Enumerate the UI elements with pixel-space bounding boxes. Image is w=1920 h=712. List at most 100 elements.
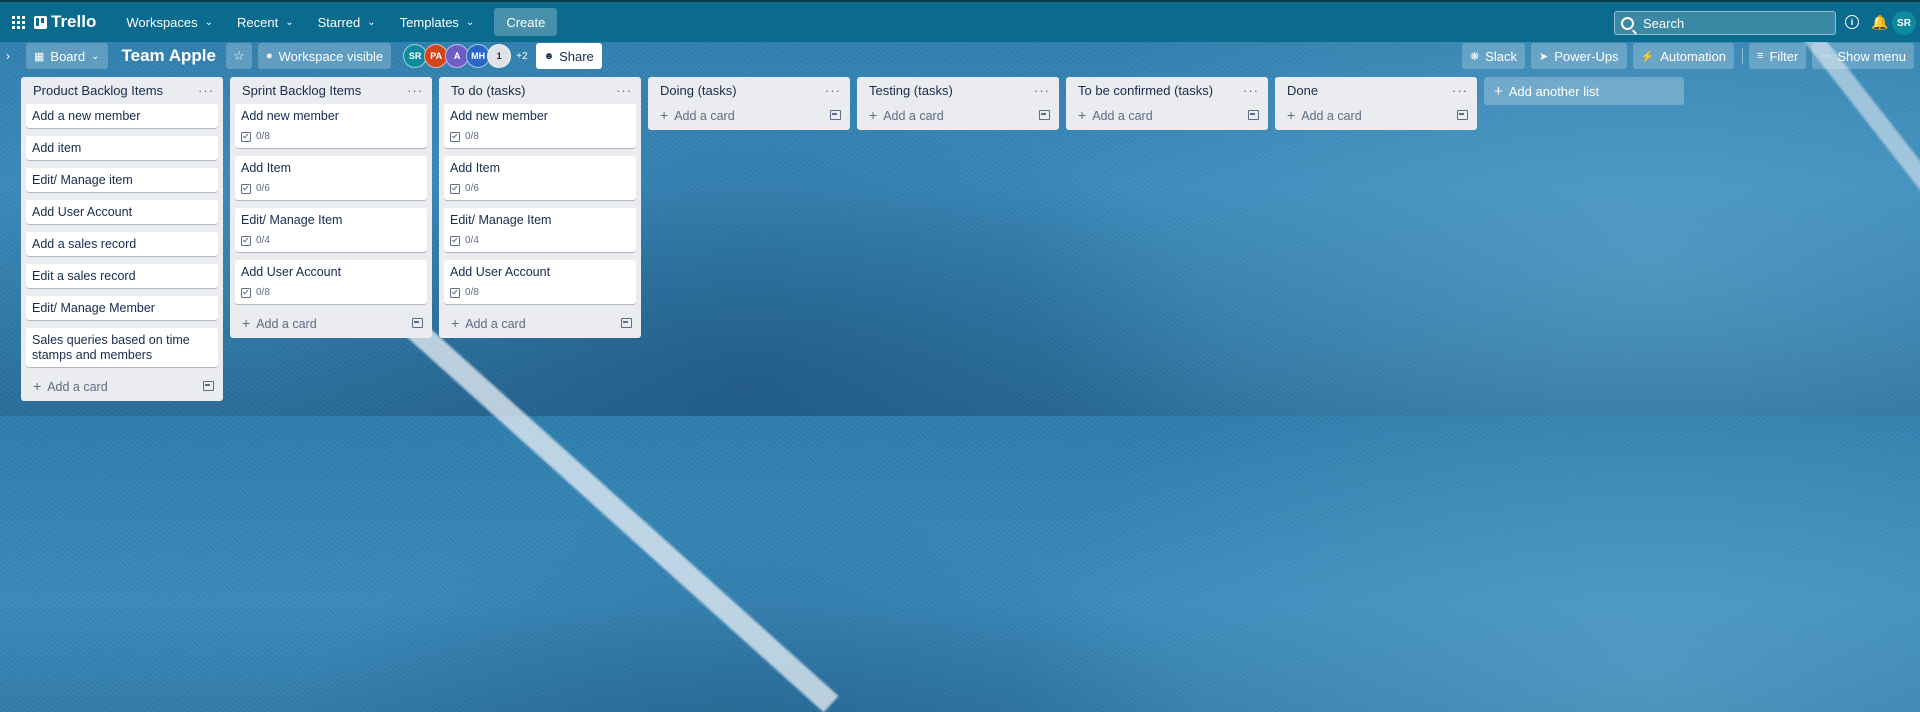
expand-sidebar-icon[interactable]: › bbox=[6, 49, 16, 63]
list-header[interactable]: Done ··· bbox=[1280, 77, 1472, 104]
add-card-button[interactable]: + Add a card bbox=[660, 107, 735, 123]
add-card-button[interactable]: + Add a card bbox=[1078, 107, 1153, 123]
member-avatar[interactable]: 1 bbox=[487, 44, 512, 68]
card[interactable]: Add User Account 0/8 bbox=[444, 260, 636, 304]
list-header[interactable]: Doing (tasks) ··· bbox=[653, 77, 845, 104]
card-template-icon[interactable] bbox=[1039, 110, 1050, 120]
card[interactable]: Add a new member bbox=[26, 104, 218, 128]
list-menu-icon[interactable]: ··· bbox=[616, 83, 632, 98]
menu-label: Templates bbox=[399, 14, 459, 30]
card-template-icon[interactable] bbox=[830, 110, 841, 120]
powerups-button[interactable]: ➤ Power-Ups bbox=[1531, 43, 1627, 69]
checklist-badge: 0/8 bbox=[450, 129, 630, 144]
filter-label: Filter bbox=[1769, 48, 1799, 64]
lightning-icon: ⚡ bbox=[1640, 50, 1655, 63]
slack-button[interactable]: ❋ Slack bbox=[1462, 43, 1526, 69]
card[interactable]: Edit/ Manage Item 0/4 bbox=[444, 208, 636, 252]
visibility-button[interactable]: ● Workspace visible bbox=[257, 43, 392, 69]
list-title[interactable]: Product Backlog Items bbox=[33, 83, 163, 98]
star-board-button[interactable]: ☆ bbox=[225, 43, 252, 69]
list-header[interactable]: Sprint Backlog Items ··· bbox=[235, 77, 427, 104]
list-title[interactable]: To be confirmed (tasks) bbox=[1078, 83, 1213, 98]
search-placeholder: Search bbox=[1643, 15, 1685, 31]
show-menu-button[interactable]: ··· Show menu bbox=[1812, 43, 1914, 69]
list-header[interactable]: Testing (tasks) ··· bbox=[862, 77, 1054, 104]
list-menu-icon[interactable]: ··· bbox=[198, 83, 214, 98]
card-template-icon[interactable] bbox=[1248, 110, 1259, 120]
list-menu-icon[interactable]: ··· bbox=[407, 83, 423, 98]
card-template-icon[interactable] bbox=[621, 318, 632, 328]
list-title[interactable]: Done bbox=[1287, 83, 1318, 98]
card[interactable]: Edit/ Manage item bbox=[26, 168, 218, 192]
board-title[interactable]: Team Apple bbox=[122, 46, 216, 66]
board-view-label: Board bbox=[50, 48, 86, 64]
board-members: SR PA A MH 1 +2 bbox=[403, 44, 528, 68]
list-menu-icon[interactable]: ··· bbox=[1452, 83, 1468, 98]
list-title[interactable]: Sprint Backlog Items bbox=[242, 83, 361, 98]
add-another-list-button[interactable]: + Add another list bbox=[1484, 77, 1684, 105]
create-button[interactable]: Create bbox=[494, 8, 558, 36]
add-card-button[interactable]: + Add a card bbox=[1287, 107, 1362, 123]
add-card-button[interactable]: + Add a card bbox=[242, 315, 317, 331]
recent-menu[interactable]: Recent ⌄ bbox=[225, 7, 306, 37]
card[interactable]: Add item bbox=[26, 136, 218, 160]
card[interactable]: Add User Account 0/8 bbox=[235, 260, 427, 304]
add-card-label: Add a card bbox=[465, 317, 526, 331]
card[interactable]: Add User Account bbox=[26, 200, 218, 224]
user-avatar[interactable]: SR bbox=[1892, 11, 1916, 35]
share-button[interactable]: ☻ Share bbox=[535, 43, 602, 69]
list-menu-icon[interactable]: ··· bbox=[1243, 83, 1259, 98]
add-card-button[interactable]: + Add a card bbox=[33, 378, 108, 394]
starred-menu[interactable]: Starred ⌄ bbox=[306, 7, 388, 37]
share-label: Share bbox=[559, 48, 594, 64]
card[interactable]: Add Item 0/6 bbox=[444, 156, 636, 200]
plus-icon: + bbox=[33, 378, 42, 394]
list-menu-icon[interactable]: ··· bbox=[1034, 83, 1050, 98]
extra-members-count[interactable]: +2 bbox=[516, 51, 527, 62]
automation-label: Automation bbox=[1660, 48, 1727, 64]
card-title: Add Item bbox=[450, 161, 501, 175]
templates-menu[interactable]: Templates ⌄ bbox=[388, 7, 487, 37]
list-menu-icon[interactable]: ··· bbox=[825, 83, 841, 98]
card[interactable]: Edit/ Manage Item 0/4 bbox=[235, 208, 427, 252]
list-title[interactable]: Doing (tasks) bbox=[660, 83, 737, 98]
card-title: Add a sales record bbox=[32, 237, 137, 251]
add-card-row: + Add a card bbox=[1071, 104, 1263, 126]
search-input[interactable]: Search bbox=[1614, 11, 1836, 35]
add-card-button[interactable]: + Add a card bbox=[869, 107, 944, 123]
notifications-bell-icon[interactable]: 🔔 bbox=[1871, 14, 1888, 31]
automation-button[interactable]: ⚡ Automation bbox=[1632, 43, 1735, 69]
card[interactable]: Edit a sales record bbox=[26, 264, 218, 288]
card[interactable]: Add Item 0/6 bbox=[235, 156, 427, 200]
card-template-icon[interactable] bbox=[412, 318, 423, 328]
list-testing: Testing (tasks) ··· + Add a card bbox=[857, 77, 1059, 130]
card-template-icon[interactable] bbox=[203, 381, 214, 391]
card[interactable]: Add new member 0/8 bbox=[444, 104, 636, 148]
list-title[interactable]: To do (tasks) bbox=[451, 83, 525, 98]
add-card-label: Add a card bbox=[883, 109, 944, 123]
list-header[interactable]: To do (tasks) ··· bbox=[444, 77, 636, 104]
checklist-icon bbox=[241, 235, 251, 246]
list-done: Done ··· + Add a card bbox=[1275, 77, 1477, 130]
list-title[interactable]: Testing (tasks) bbox=[869, 83, 953, 98]
add-card-button[interactable]: + Add a card bbox=[451, 315, 526, 331]
card[interactable]: Add a sales record bbox=[26, 232, 218, 256]
card[interactable]: Add new member 0/8 bbox=[235, 104, 427, 148]
list-product-backlog: Product Backlog Items ··· Add a new memb… bbox=[21, 77, 223, 401]
app-switcher-icon[interactable] bbox=[8, 12, 28, 32]
card-title: Edit/ Manage Item bbox=[450, 213, 552, 227]
trello-logo-icon bbox=[34, 15, 47, 29]
card-template-icon[interactable] bbox=[1457, 110, 1468, 120]
card[interactable]: Edit/ Manage Member bbox=[26, 296, 218, 320]
trello-logo[interactable]: Trello bbox=[34, 12, 96, 32]
checklist-count: 0/4 bbox=[465, 235, 479, 246]
info-icon[interactable]: i bbox=[1845, 15, 1859, 29]
card[interactable]: Sales queries based on time stamps and m… bbox=[26, 328, 218, 367]
list-header[interactable]: Product Backlog Items ··· bbox=[26, 77, 218, 104]
list-header[interactable]: To be confirmed (tasks) ··· bbox=[1071, 77, 1263, 104]
workspaces-menu[interactable]: Workspaces ⌄ bbox=[114, 7, 225, 37]
checklist-count: 0/8 bbox=[465, 131, 479, 142]
chevron-down-icon: ⌄ bbox=[204, 16, 214, 28]
board-view-switcher[interactable]: ▦ Board ⌄ bbox=[26, 43, 108, 69]
filter-button[interactable]: ≡ Filter bbox=[1749, 43, 1807, 69]
